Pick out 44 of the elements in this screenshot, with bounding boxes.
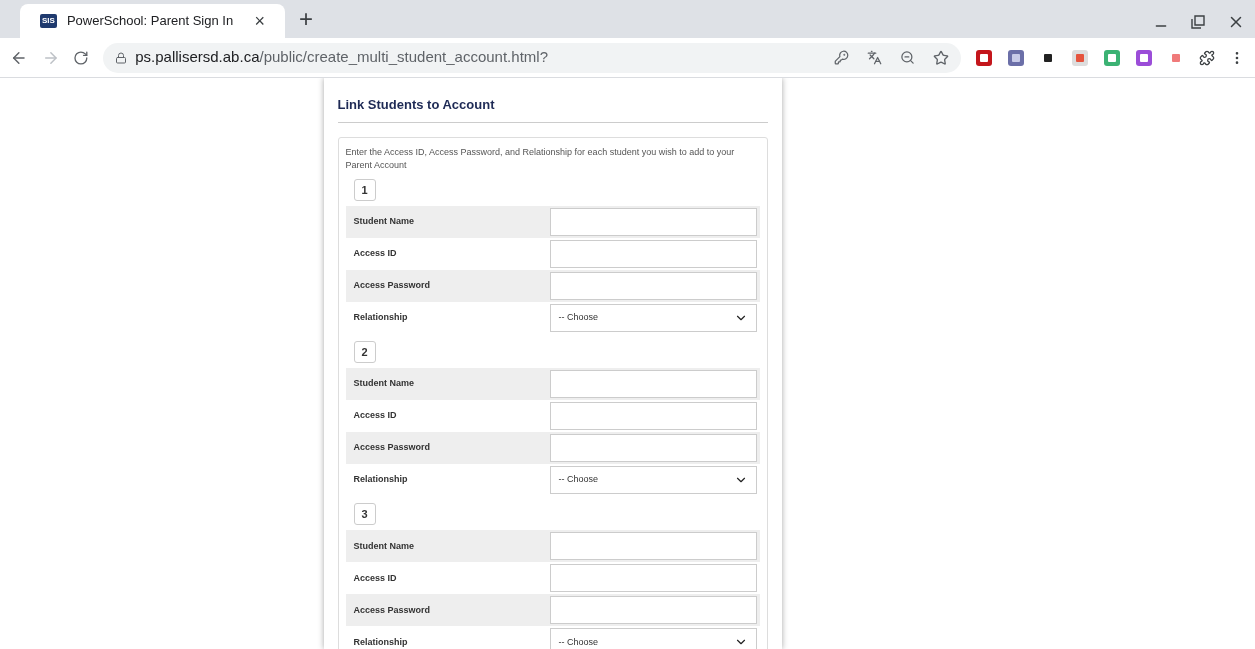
field-label: Relationship: [352, 311, 409, 324]
student-number: 3: [353, 503, 376, 526]
relationship-select[interactable]: -- Choose: [549, 303, 757, 332]
field-label: Access Password: [352, 603, 432, 617]
reload-icon[interactable]: [73, 49, 90, 66]
field-label: Access ID: [352, 571, 398, 585]
text-field[interactable]: [549, 207, 757, 236]
favicon-icon: SIS: [40, 14, 57, 28]
extensions-icon[interactable]: [1199, 49, 1215, 66]
text-field[interactable]: [549, 370, 757, 398]
tab-title: PowerSchool: Parent Sign In: [66, 12, 235, 31]
field-label: Access ID: [352, 247, 398, 260]
text-field[interactable]: [549, 564, 757, 593]
lock-icon: [115, 51, 128, 64]
bookmark-star-icon[interactable]: [933, 49, 949, 66]
relationship-select[interactable]: -- Choose: [549, 628, 757, 649]
text-field[interactable]: [549, 239, 757, 268]
restore-icon[interactable]: [1191, 15, 1205, 29]
text-field[interactable]: [549, 402, 757, 430]
text-field[interactable]: [549, 532, 757, 561]
field-label: Access ID: [352, 409, 398, 423]
text-field[interactable]: [549, 271, 757, 300]
field-label: Access Password: [352, 279, 432, 292]
new-tab-button[interactable]: +: [299, 7, 313, 31]
tab-close-button[interactable]: ×: [254, 12, 265, 30]
translate-icon[interactable]: [867, 50, 882, 65]
field-label: Student Name: [352, 377, 415, 391]
student-number: 1: [353, 178, 376, 201]
url-text: ps.pallisersd.ab.ca/public/create_multi_student_account.html?: [135, 47, 549, 68]
field-label: Student Name: [352, 215, 415, 228]
field-label: Access Password: [352, 441, 432, 455]
zoom-icon[interactable]: [900, 50, 915, 65]
relationship-select[interactable]: -- Choose: [549, 466, 757, 494]
instructions-text: Enter the Access ID, Access Password, and Relationship for each student you wish to add to your Parent Account: [345, 145, 736, 172]
text-field[interactable]: [549, 596, 757, 625]
student-number: 2: [353, 341, 376, 363]
field-label: Relationship: [352, 473, 409, 487]
form-heading: Link Students to Account: [337, 95, 768, 123]
key-icon[interactable]: [834, 50, 849, 65]
browser-tab[interactable]: SIS PowerSchool: Parent Sign In ×: [20, 4, 285, 38]
text-field[interactable]: [549, 434, 757, 462]
field-label: Relationship: [352, 635, 409, 649]
address-bar[interactable]: ps.pallisersd.ab.ca/public/create_multi_student_account.html?: [103, 42, 961, 73]
field-label: Student Name: [352, 539, 415, 553]
